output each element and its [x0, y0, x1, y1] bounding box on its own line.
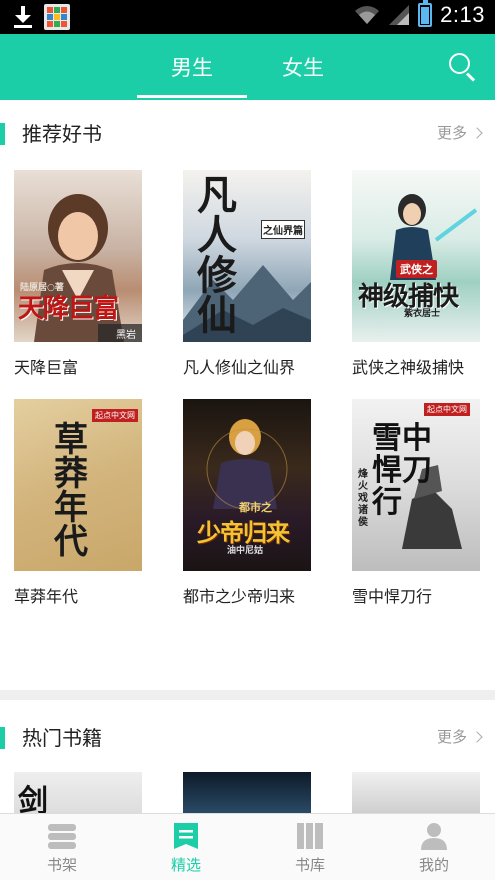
app-notification-icon: [44, 4, 70, 30]
nav-profile[interactable]: 我的: [372, 814, 495, 880]
recommended-title: 推荐好书: [22, 122, 102, 146]
tab-male[interactable]: 男生: [137, 52, 247, 82]
book-title[interactable]: 都市之少帝归来: [183, 583, 295, 607]
cover-title-text: 凡人修仙: [197, 172, 237, 339]
book-title[interactable]: 天降巨富: [14, 354, 78, 378]
cover-title-text: 草莽年代: [54, 420, 88, 562]
recommended-more-link[interactable]: 更多: [436, 122, 483, 143]
wifi-icon: [355, 6, 380, 24]
publisher-badge: 起点中文网: [92, 409, 138, 422]
book-title[interactable]: 雪中悍刀行: [352, 583, 432, 607]
download-icon: [12, 5, 34, 29]
cover-title-text: 雪中悍刀行: [372, 421, 432, 520]
profile-icon: [421, 823, 447, 850]
status-bar: 2:13: [0, 0, 495, 34]
chevron-right-icon: [471, 730, 483, 743]
section-accent-bar: [0, 123, 5, 145]
more-label: 更多: [436, 728, 467, 746]
popular-more-link[interactable]: 更多: [436, 726, 483, 747]
signal-icon: [389, 5, 410, 25]
popular-title: 热门书籍: [22, 726, 102, 750]
featured-icon: [174, 823, 198, 849]
battery-icon: [418, 0, 433, 27]
book-cover[interactable]: 都市之 少帝归来 油中尼姑: [183, 399, 311, 571]
bottom-navigation: 书架 精选 书库 我的: [0, 813, 495, 880]
book-title[interactable]: 凡人修仙之仙界: [183, 354, 295, 378]
book-cover[interactable]: 起点中文网 草莽年代: [14, 399, 142, 571]
book-cover[interactable]: 剑: [14, 772, 142, 813]
search-icon[interactable]: [446, 50, 480, 84]
cover-author: 紫衣居士: [404, 309, 441, 319]
top-header: 男生 女生: [0, 34, 495, 100]
library-icon: [297, 823, 323, 849]
publisher-badge: 黑岩: [98, 324, 142, 342]
book-cover[interactable]: [352, 772, 480, 813]
cover-title-text: 剑: [18, 784, 48, 813]
nav-label: 精选: [170, 856, 201, 874]
cover-subtitle: 之仙界篇: [261, 220, 305, 239]
more-label: 更多: [436, 124, 467, 142]
nav-featured[interactable]: 精选: [124, 814, 248, 880]
chevron-right-icon: [471, 126, 483, 139]
book-title[interactable]: 草莽年代: [14, 583, 78, 607]
nav-library[interactable]: 书库: [248, 814, 372, 880]
publisher-badge: 起点中文网: [424, 403, 470, 416]
nav-label: 书架: [46, 856, 77, 874]
section-accent-bar: [0, 727, 5, 749]
tab-female[interactable]: 女生: [248, 52, 358, 82]
book-cover[interactable]: [183, 772, 311, 813]
nav-bookshelf[interactable]: 书架: [0, 814, 124, 880]
book-cover[interactable]: 凡人修仙 之仙界篇: [183, 170, 311, 342]
cover-author: 烽火戏诸侯: [358, 469, 368, 528]
cover-title-text: 天降巨富: [18, 294, 119, 324]
active-tab-indicator: [137, 95, 247, 98]
nav-label: 书库: [294, 856, 325, 874]
book-cover[interactable]: 陆原居○著 天降巨富 黑岩: [14, 170, 142, 342]
section-divider: [0, 690, 495, 700]
recommended-section-header: 推荐好书 更多: [0, 116, 495, 152]
book-cover[interactable]: 武侠之 神级捕快 紫衣居士: [352, 170, 480, 342]
book-cover[interactable]: 起点中文网 雪中悍刀行 烽火戏诸侯: [352, 399, 480, 571]
clock: 2:13: [440, 2, 485, 27]
nav-label: 我的: [418, 856, 449, 874]
bookshelf-icon: [48, 824, 76, 849]
book-title[interactable]: 武侠之神级捕快: [352, 354, 464, 378]
cover-author: 油中尼姑: [227, 546, 264, 556]
popular-section-header: 热门书籍 更多: [0, 720, 495, 756]
